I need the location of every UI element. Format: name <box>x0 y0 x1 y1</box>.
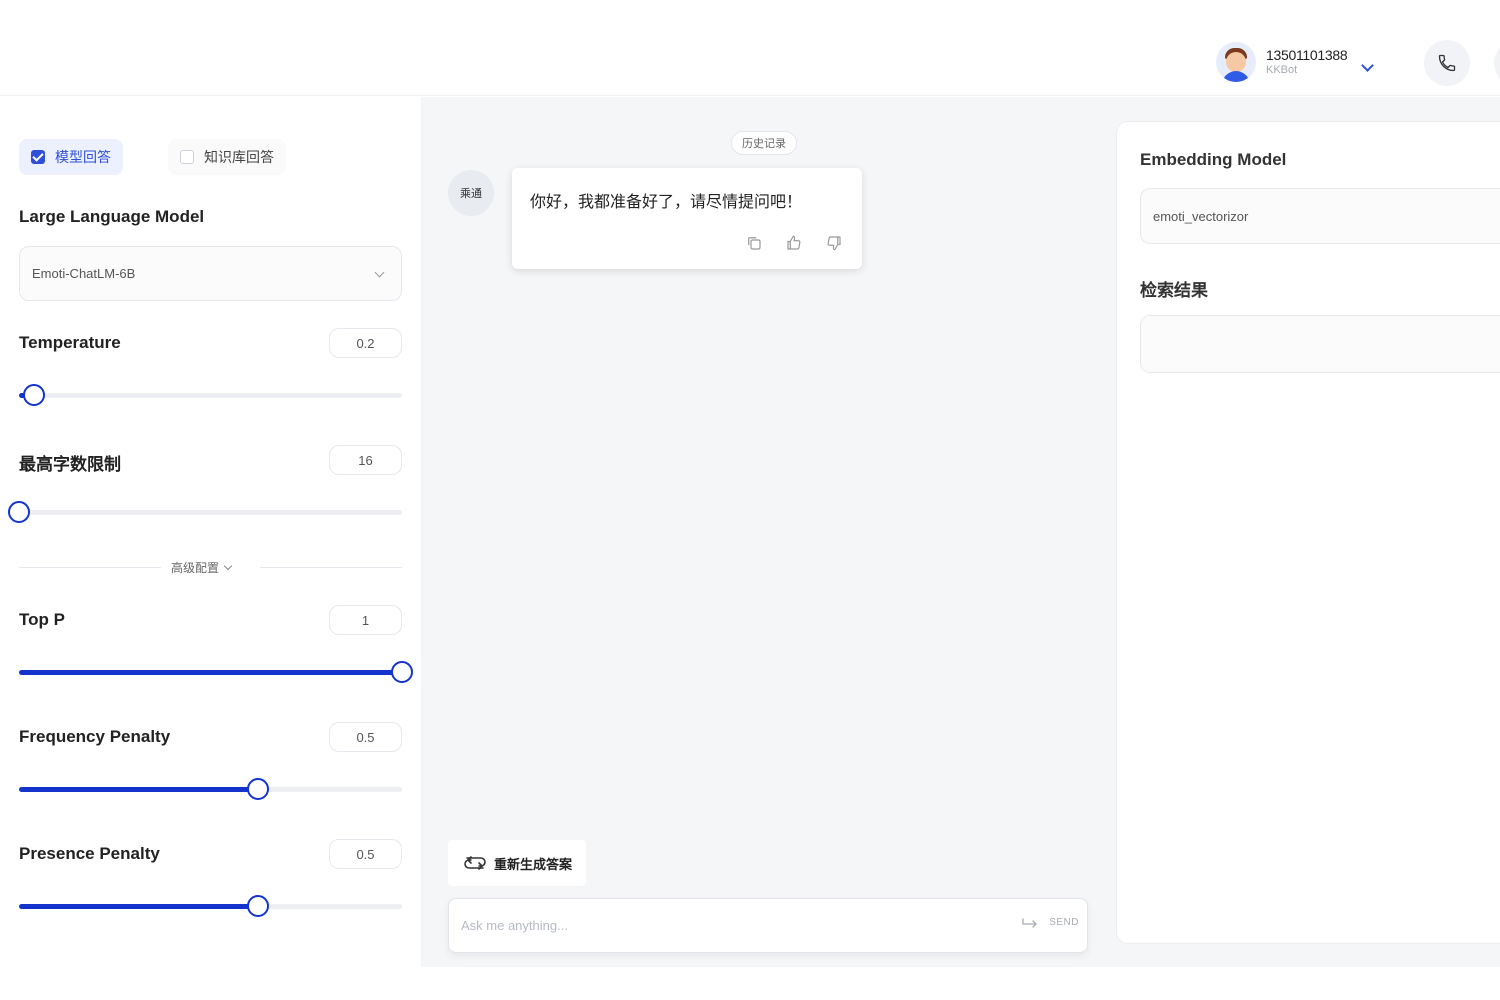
advanced-config-toggle[interactable]: 高级配置 <box>171 559 233 576</box>
frequency-penalty-label: Frequency Penalty <box>19 727 171 746</box>
max-tokens-label: 最高字数限制 <box>19 455 121 474</box>
mode-model-label: 模型回答 <box>55 149 111 165</box>
bot-avatar: 乘通 <box>448 170 494 216</box>
thumbs-down-icon[interactable] <box>824 233 844 253</box>
settings-panel: 模型回答 知识库回答 Large Language Model Emoti-Ch… <box>0 97 421 1000</box>
advanced-config-divider: 高级配置 <box>19 561 402 575</box>
frequency-penalty-value-input[interactable]: 0.5 <box>329 722 402 752</box>
bot-message-bubble: 你好，我都准备好了，请尽情提问吧！ <box>512 168 862 269</box>
embedding-model-select[interactable]: emoti_vectorizor <box>1140 188 1500 244</box>
thumbs-up-icon[interactable] <box>784 233 804 253</box>
temperature-value-input[interactable]: 0.2 <box>329 328 402 358</box>
max-tokens-slider-handle[interactable] <box>8 501 30 523</box>
retrieval-panel: Embedding Model emoti_vectorizor 检索结果 <box>1116 121 1500 944</box>
top-p-slider[interactable] <box>19 661 413 683</box>
user-menu[interactable]: 13501101388 KKBot <box>1216 42 1375 82</box>
advanced-config-label: 高级配置 <box>171 561 220 575</box>
frequency-penalty-slider-handle[interactable] <box>247 778 270 800</box>
mode-knowledge-base-toggle[interactable]: 知识库回答 <box>168 139 286 175</box>
regenerate-answer-label: 重新生成答案 <box>494 856 573 872</box>
max-tokens-slider[interactable] <box>8 501 402 523</box>
presence-penalty-value-input[interactable]: 0.5 <box>329 839 402 869</box>
chat-input[interactable] <box>461 899 1001 952</box>
retrieval-results-box <box>1140 315 1500 373</box>
llm-label: Large Language Model <box>19 207 205 226</box>
chevron-down-icon[interactable] <box>1361 58 1375 72</box>
chat-input-box: SEND <box>448 898 1088 953</box>
header-extra-button[interactable] <box>1494 40 1500 86</box>
top-p-slider-fill <box>19 670 402 675</box>
checkbox-checked-icon <box>31 150 45 164</box>
chevron-down-icon <box>374 267 385 278</box>
copy-icon[interactable] <box>744 233 764 253</box>
embedding-model-label: Embedding Model <box>1140 150 1287 169</box>
frequency-penalty-slider-fill <box>19 787 259 792</box>
message-actions <box>744 233 844 253</box>
user-avatar <box>1216 42 1256 82</box>
presence-penalty-slider-handle[interactable] <box>247 895 270 917</box>
temperature-slider[interactable] <box>19 384 402 406</box>
phone-icon <box>1438 54 1456 72</box>
bot-message-text: 你好，我都准备好了，请尽情提问吧！ <box>530 194 803 211</box>
temperature-slider-handle[interactable] <box>23 384 46 406</box>
phone-button[interactable] <box>1424 40 1470 86</box>
embedding-model-value: emoti_vectorizor <box>1153 208 1249 224</box>
chat-area: 历史记录 乘通 你好，我都准备好了，请尽情提问吧！ 重新生成答案 SEND <box>421 97 1115 967</box>
enter-key-icon <box>1022 917 1037 928</box>
mode-kb-label: 知识库回答 <box>204 149 274 165</box>
presence-penalty-label: Presence Penalty <box>19 844 160 863</box>
user-role: KKBot <box>1266 63 1298 76</box>
send-label: SEND <box>1049 917 1079 928</box>
user-phone: 13501101388 <box>1266 47 1348 63</box>
top-p-slider-handle[interactable] <box>391 661 413 683</box>
user-info: 13501101388 KKBot <box>1266 47 1348 77</box>
chevron-down-icon <box>223 561 233 571</box>
checkbox-unchecked-icon <box>180 150 194 164</box>
bottom-strip <box>421 967 1500 1000</box>
refresh-icon <box>464 856 486 870</box>
frequency-penalty-slider[interactable] <box>19 778 402 800</box>
send-button[interactable]: SEND <box>1021 917 1079 928</box>
max-tokens-value-input[interactable]: 16 <box>329 445 402 475</box>
history-button[interactable]: 历史记录 <box>731 131 797 155</box>
regenerate-answer-button[interactable]: 重新生成答案 <box>448 840 586 886</box>
top-p-label: Top P <box>19 610 65 629</box>
temperature-label: Temperature <box>19 333 121 352</box>
llm-select-value: Emoti-ChatLM-6B <box>32 266 136 281</box>
presence-penalty-slider[interactable] <box>19 895 402 917</box>
top-header: 13501101388 KKBot <box>0 0 1500 96</box>
mode-model-answer-toggle[interactable]: 模型回答 <box>19 139 123 175</box>
retrieval-results-label: 检索结果 <box>1140 281 1208 300</box>
top-p-value-input[interactable]: 1 <box>329 605 402 635</box>
llm-select[interactable]: Emoti-ChatLM-6B <box>19 246 402 301</box>
presence-penalty-slider-fill <box>19 904 259 909</box>
